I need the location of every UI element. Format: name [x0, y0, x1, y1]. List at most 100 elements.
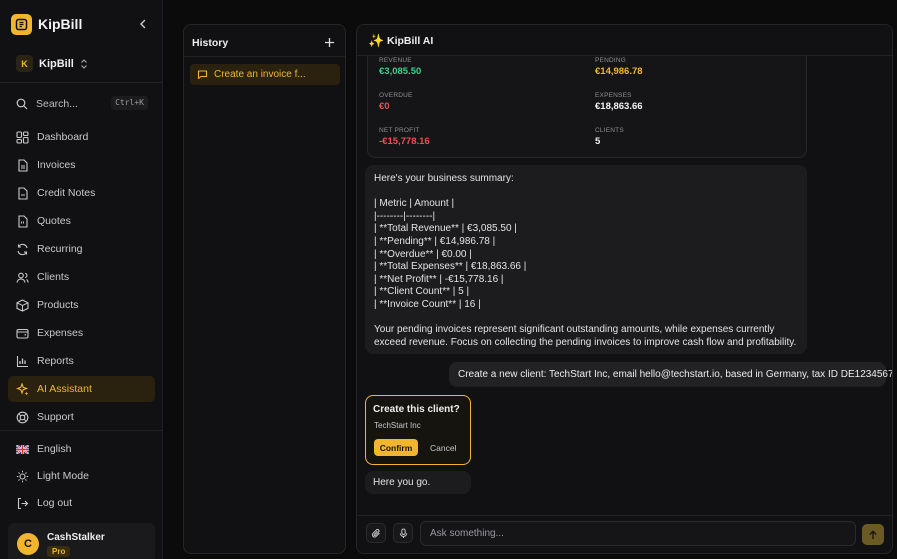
nav-label: Quotes — [37, 215, 71, 227]
paperclip-icon — [371, 528, 380, 537]
logout-icon — [17, 497, 29, 509]
chat-title: KipBill AI — [387, 35, 434, 47]
nav-label: Invoices — [37, 159, 76, 171]
microphone-icon — [399, 528, 407, 538]
plus-icon — [325, 38, 334, 47]
nav-label: Dashboard — [37, 131, 89, 143]
sun-icon — [16, 470, 29, 482]
message-input[interactable]: Ask something... — [420, 521, 856, 546]
sidebar: KipBill K KipBill Search... Ctrl+K Dashb… — [0, 0, 163, 559]
nav-item-support[interactable]: Support — [8, 404, 155, 430]
nav-item-recurring[interactable]: Recurring — [8, 236, 155, 262]
search-label: Search... — [36, 98, 79, 110]
chat-bubble-icon — [197, 70, 208, 80]
logout-button[interactable]: Log out — [8, 490, 155, 516]
nav-label: Support — [37, 411, 74, 423]
send-button[interactable] — [862, 524, 884, 545]
message-paragraph: Your pending invoices represent signific… — [374, 324, 797, 348]
cancel-button[interactable]: Cancel — [430, 443, 456, 453]
message-line: |--------|--------| — [374, 210, 436, 222]
arrow-up-icon — [869, 529, 877, 539]
message-line: | Metric | Amount | — [374, 198, 455, 210]
history-item-label: Create an invoice f... — [214, 69, 306, 80]
nav-label: Clients — [37, 271, 70, 283]
message-line: | **Invoice Count** | 16 | — [374, 298, 481, 310]
message-line: | **Client Count** | 5 | — [374, 286, 470, 298]
credit-note-icon — [18, 186, 28, 200]
reports-icon — [16, 355, 28, 367]
message-line: | **Net Profit** | -€15,778.16 | — [374, 273, 504, 285]
brand[interactable]: KipBill — [11, 13, 82, 35]
nav-label: Reports — [37, 355, 74, 367]
message-line: | **Pending** | €14,986.78 | — [374, 235, 496, 247]
chevron-up-down-icon — [80, 58, 87, 69]
composer: Ask something... — [357, 515, 892, 553]
assistant-message: Here's your business summary: | Metric |… — [365, 165, 807, 354]
nav-item-expenses[interactable]: Expenses — [8, 320, 155, 346]
confirm-button[interactable]: Confirm — [374, 439, 418, 456]
message-line: Here's your business summary: — [374, 173, 514, 184]
chevron-left-icon — [140, 19, 146, 29]
metric-label: EXPENSES — [595, 92, 632, 99]
nav-item-ai-assistant[interactable]: AI Assistant — [8, 376, 155, 402]
nav-label: Credit Notes — [37, 187, 96, 199]
clients-icon — [16, 272, 29, 283]
search-icon — [16, 98, 28, 110]
metric-value: €0 — [379, 101, 390, 112]
plan-badge: Pro — [47, 546, 71, 557]
theme-toggle[interactable]: Light Mode — [8, 463, 155, 489]
nav-item-clients[interactable]: Clients — [8, 264, 155, 290]
attach-button[interactable] — [366, 523, 386, 543]
voice-button[interactable] — [393, 523, 413, 543]
metric-pending: PENDING €14,986.78 — [595, 57, 643, 77]
sparkle-icon — [16, 382, 29, 395]
metric-label: NET PROFIT — [379, 127, 420, 134]
org-name: KipBill — [39, 57, 74, 70]
collapse-sidebar-button[interactable] — [136, 17, 150, 31]
metric-value: 5 — [595, 136, 601, 147]
metric-value: €3,085.50 — [379, 66, 422, 77]
divider — [184, 56, 345, 57]
new-chat-button[interactable] — [324, 37, 335, 48]
user-name: CashStalker — [47, 532, 105, 543]
metric-overdue: OVERDUE €0 — [379, 92, 413, 112]
nav-label: Products — [37, 299, 79, 311]
brand-name: KipBill — [38, 16, 83, 32]
nav-item-products[interactable]: Products — [8, 292, 155, 318]
divider — [0, 82, 163, 83]
expenses-icon — [16, 328, 29, 339]
metric-clients: CLIENTS 5 — [595, 127, 624, 147]
org-avatar: K — [16, 55, 33, 72]
language-label: English — [37, 443, 72, 455]
metric-label: OVERDUE — [379, 92, 413, 99]
invoice-icon — [18, 158, 28, 172]
message-line — [374, 186, 798, 199]
nav-item-dashboard[interactable]: Dashboard — [8, 124, 155, 150]
metric-label: PENDING — [595, 57, 627, 64]
confirm-client-name: TechStart Inc — [374, 421, 421, 430]
search-shortcut: Ctrl+K — [111, 96, 148, 110]
recurring-icon — [17, 243, 28, 255]
chat-header: ✨ KipBill AI — [357, 25, 892, 56]
user-card[interactable]: C CashStalker Pro — [8, 523, 155, 559]
sparkles-icon: ✨ — [368, 33, 385, 48]
theme-label: Light Mode — [37, 470, 89, 482]
divider — [0, 430, 163, 431]
search-button[interactable]: Search... Ctrl+K — [16, 96, 148, 112]
confirm-client-card: Create this client? TechStart Inc Confir… — [365, 395, 471, 465]
nav-item-credit-notes[interactable]: Credit Notes — [8, 180, 155, 206]
org-switcher[interactable]: K KipBill — [16, 55, 88, 72]
language-selector[interactable]: English — [8, 436, 155, 462]
uk-flag-icon — [16, 444, 29, 454]
nav-item-reports[interactable]: Reports — [8, 348, 155, 374]
message-line: | **Total Expenses** | €18,863.66 | — [374, 261, 527, 273]
metric-value: €18,863.66 — [595, 101, 643, 112]
nav-item-invoices[interactable]: Invoices — [8, 152, 155, 178]
user-message: Create a new client: TechStart Inc, emai… — [449, 362, 892, 387]
metric-value: -€15,778.16 — [379, 136, 430, 147]
metric-net-profit: NET PROFIT -€15,778.16 — [379, 127, 430, 147]
history-item[interactable]: Create an invoice f... — [190, 64, 340, 85]
nav-item-quotes[interactable]: Quotes — [8, 208, 155, 234]
confirm-title: Create this client? — [373, 404, 460, 415]
metric-value: €14,986.78 — [595, 66, 643, 77]
